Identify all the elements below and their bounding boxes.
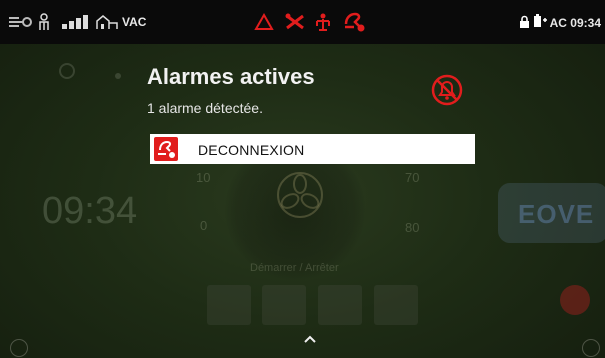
- alarm-popup-title: Alarmes actives: [147, 64, 315, 89]
- alarm-item-label: DECONNEXION: [198, 142, 305, 158]
- status-right-group: AC 09:34: [519, 14, 601, 31]
- background-clock: 09:34: [42, 190, 138, 232]
- disconnection-alarm-icon[interactable]: [342, 12, 366, 32]
- gauge-tick: 80: [405, 220, 420, 235]
- chevron-up-icon[interactable]: [300, 332, 320, 346]
- gauge-tick: 0: [200, 218, 208, 233]
- background-alarm-button: [560, 285, 590, 315]
- help-icon: [10, 339, 28, 357]
- alarm-muted-icon[interactable]: [428, 73, 466, 107]
- info-icon: [582, 339, 600, 357]
- background-button: [207, 285, 251, 325]
- gauge-tick: 10: [196, 170, 211, 185]
- background-dimmed-icons: [58, 62, 158, 80]
- background-button: [374, 285, 418, 325]
- ventilation-mode: VAC: [122, 15, 147, 29]
- gauge-tick: 70: [405, 170, 420, 185]
- lock-icon: [519, 15, 530, 31]
- fan-icon: [275, 170, 325, 225]
- disconnection-icon: [154, 137, 178, 161]
- tools-icon[interactable]: [284, 13, 306, 30]
- alarm-popup-subtitle: 1 alarme détectée.: [147, 100, 263, 116]
- background-button: [318, 285, 362, 325]
- status-bar: VAC AC 09:34: [0, 0, 605, 44]
- person-network-icon[interactable]: [314, 13, 332, 31]
- ventilator-screen: 09:34 10 0 70 80 EOVE Démarrer / Arrêter: [0, 0, 605, 358]
- signal-icon: [62, 14, 88, 30]
- brand-logo: EOVE: [498, 183, 605, 243]
- power-time-text: AC 09:34: [549, 15, 601, 30]
- patient-icon: [38, 13, 50, 30]
- building-icon: [95, 14, 119, 30]
- background-button: [262, 285, 306, 325]
- alarm-list-item[interactable]: DECONNEXION: [150, 134, 475, 164]
- start-stop-caption: Démarrer / Arrêter: [250, 262, 339, 274]
- alarm-triangle-icon[interactable]: [254, 13, 274, 30]
- battery-plug-icon: [533, 14, 547, 31]
- tubing-icon: [8, 14, 32, 30]
